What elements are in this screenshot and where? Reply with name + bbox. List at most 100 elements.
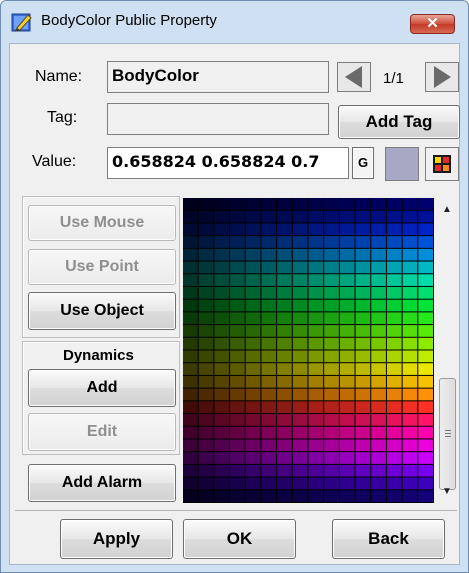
palette-cell[interactable] (371, 325, 386, 337)
palette-cell[interactable] (230, 350, 245, 363)
palette-cell[interactable] (277, 274, 292, 286)
palette-cell[interactable] (402, 223, 418, 236)
palette-cell[interactable] (183, 414, 198, 426)
palette-cell[interactable] (230, 439, 245, 452)
palette-cell[interactable] (292, 286, 308, 299)
palette-cell[interactable] (355, 388, 371, 401)
palette-cell[interactable] (324, 248, 339, 261)
palette-cell[interactable] (418, 198, 433, 210)
palette-cell[interactable] (371, 236, 386, 248)
palette-cell[interactable] (198, 274, 214, 286)
palette-cell[interactable] (386, 414, 402, 426)
palette-cell[interactable] (292, 261, 308, 274)
palette-cell[interactable] (339, 337, 355, 350)
palette-cell[interactable] (355, 236, 371, 248)
palette-cell[interactable] (371, 375, 386, 388)
palette-cell[interactable] (386, 363, 402, 375)
palette-cell[interactable] (261, 477, 277, 490)
palette-cell[interactable] (198, 299, 214, 312)
palette-cell[interactable] (261, 426, 277, 439)
palette-cell[interactable] (245, 210, 261, 223)
palette-cell[interactable] (230, 236, 245, 248)
palette-cell[interactable] (214, 210, 230, 223)
palette-cell[interactable] (245, 223, 261, 236)
palette-cell[interactable] (308, 464, 324, 477)
palette-cell[interactable] (292, 464, 308, 477)
palette-cell[interactable] (418, 414, 433, 426)
palette-cell[interactable] (230, 223, 245, 236)
g-button[interactable]: G (352, 147, 374, 179)
palette-cell[interactable] (339, 325, 355, 337)
palette-cell[interactable] (324, 261, 339, 274)
palette-cell[interactable] (292, 452, 308, 464)
palette-cell[interactable] (245, 350, 261, 363)
palette-cell[interactable] (308, 299, 324, 312)
palette-cell[interactable] (371, 261, 386, 274)
palette-cell[interactable] (245, 198, 261, 210)
scroll-down-arrow-icon[interactable]: ▼ (442, 486, 452, 497)
palette-cell[interactable] (230, 299, 245, 312)
palette-cell[interactable] (418, 210, 433, 223)
palette-cell[interactable] (198, 312, 214, 325)
palette-cell[interactable] (292, 375, 308, 388)
ok-button[interactable]: OK (183, 519, 296, 559)
palette-cell[interactable] (183, 312, 198, 325)
palette-cell[interactable] (402, 236, 418, 248)
palette-cell[interactable] (198, 490, 214, 502)
palette-cell[interactable] (371, 274, 386, 286)
palette-cell[interactable] (261, 490, 277, 502)
palette-cell[interactable] (261, 452, 277, 464)
palette-cell[interactable] (418, 236, 433, 248)
palette-cell[interactable] (183, 286, 198, 299)
palette-cell[interactable] (324, 363, 339, 375)
palette-cell[interactable] (339, 426, 355, 439)
palette-cell[interactable] (214, 236, 230, 248)
palette-cell[interactable] (230, 198, 245, 210)
palette-cell[interactable] (386, 210, 402, 223)
palette-cell[interactable] (183, 388, 198, 401)
palette-cell[interactable] (402, 426, 418, 439)
palette-cell[interactable] (339, 375, 355, 388)
palette-cell[interactable] (198, 401, 214, 414)
palette-cell[interactable] (230, 477, 245, 490)
palette-cell[interactable] (198, 286, 214, 299)
palette-cell[interactable] (308, 248, 324, 261)
close-button[interactable]: ✕ (410, 14, 455, 34)
palette-cell[interactable] (308, 312, 324, 325)
palette-cell[interactable] (402, 337, 418, 350)
palette-cell[interactable] (245, 452, 261, 464)
palette-cell[interactable] (277, 477, 292, 490)
palette-cell[interactable] (355, 210, 371, 223)
palette-cell[interactable] (308, 350, 324, 363)
palette-cell[interactable] (245, 477, 261, 490)
palette-cell[interactable] (245, 490, 261, 502)
palette-cell[interactable] (183, 248, 198, 261)
palette-cell[interactable] (402, 401, 418, 414)
palette-cell[interactable] (230, 337, 245, 350)
palette-cell[interactable] (355, 198, 371, 210)
palette-cell[interactable] (198, 464, 214, 477)
palette-cell[interactable] (386, 477, 402, 490)
palette-cell[interactable] (355, 426, 371, 439)
palette-cell[interactable] (371, 299, 386, 312)
palette-cell[interactable] (402, 210, 418, 223)
palette-cell[interactable] (198, 236, 214, 248)
palette-cell[interactable] (355, 401, 371, 414)
palette-cell[interactable] (245, 248, 261, 261)
palette-cell[interactable] (402, 452, 418, 464)
palette-cell[interactable] (308, 286, 324, 299)
palette-cell[interactable] (386, 286, 402, 299)
palette-cell[interactable] (214, 388, 230, 401)
palette-cell[interactable] (214, 363, 230, 375)
palette-cell[interactable] (292, 490, 308, 502)
palette-cell[interactable] (386, 337, 402, 350)
palette-cell[interactable] (277, 286, 292, 299)
palette-cell[interactable] (402, 439, 418, 452)
palette-cell[interactable] (183, 464, 198, 477)
color-palette[interactable] (183, 198, 434, 503)
palette-cell[interactable] (198, 414, 214, 426)
palette-cell[interactable] (183, 325, 198, 337)
palette-cell[interactable] (292, 236, 308, 248)
scroll-thumb[interactable] (439, 378, 456, 490)
palette-cell[interactable] (402, 286, 418, 299)
